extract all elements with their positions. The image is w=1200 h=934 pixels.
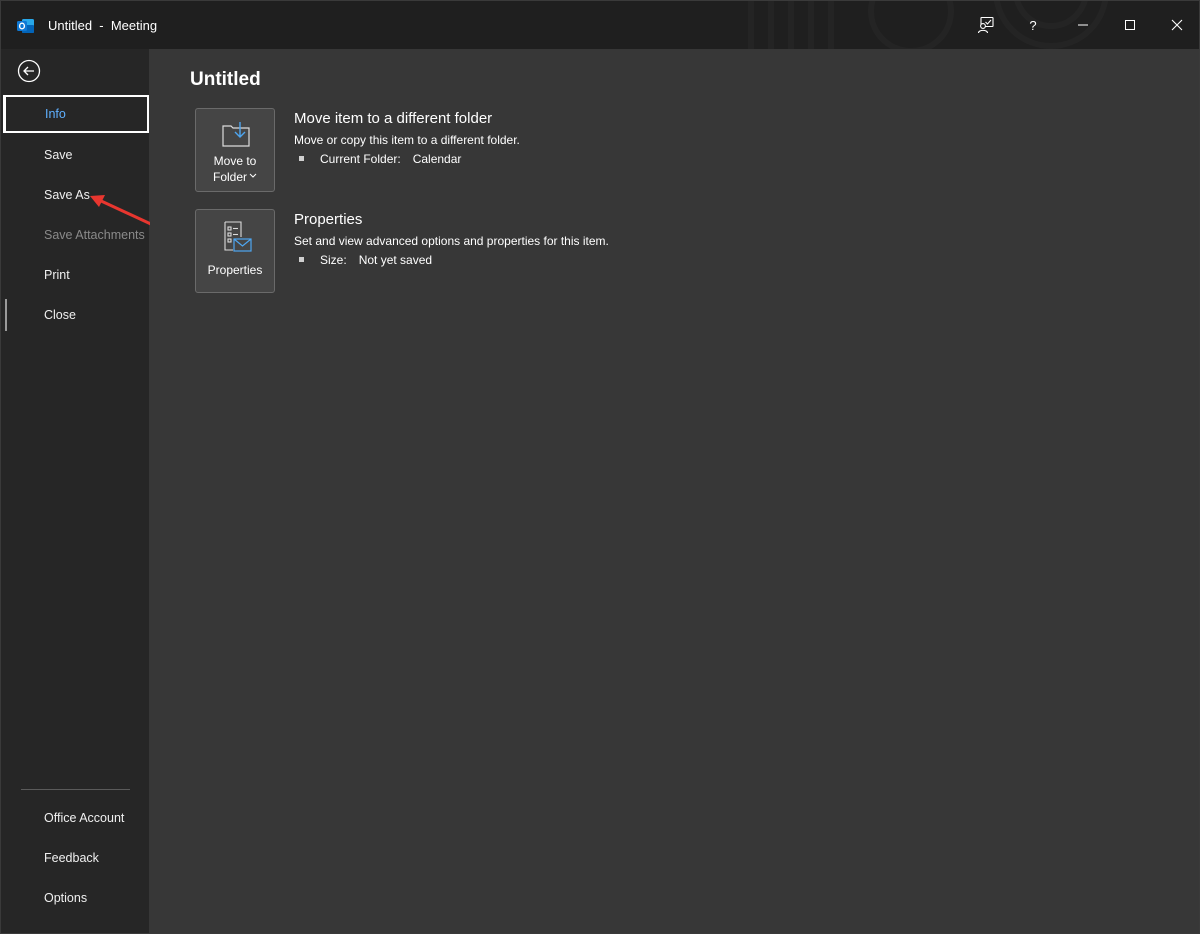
bullet-icon: [299, 156, 304, 161]
sidebar-item-label: Info: [45, 107, 66, 121]
properties-button[interactable]: Properties: [195, 209, 275, 293]
current-folder-row: Current Folder: Calendar: [299, 152, 461, 166]
sidebar-item-close[interactable]: Close: [1, 296, 149, 334]
row-label: Size:: [320, 253, 347, 267]
row-label: Current Folder:: [320, 152, 401, 166]
sidebar-divider: [21, 789, 130, 790]
page-title: Untitled: [190, 69, 261, 90]
sidebar-item-save[interactable]: Save: [1, 136, 149, 174]
sidebar-item-label: Print: [44, 268, 70, 282]
info-pane: Untitled Move to Folder Move item to a d…: [150, 49, 1199, 933]
bullet-icon: [299, 257, 304, 262]
sidebar-item-label: Office Account: [44, 811, 125, 825]
back-arrow-icon[interactable]: [17, 59, 41, 83]
sidebar-item-office-account[interactable]: Office Account: [1, 799, 149, 837]
chevron-down-icon: [249, 173, 257, 178]
sidebar-item-label: Save Attachments: [44, 228, 145, 242]
backstage-sidebar: Info Save Save As Save Attachments Print…: [1, 49, 149, 933]
tile-label: Properties: [207, 263, 263, 277]
sidebar-item-options[interactable]: Options: [1, 879, 149, 917]
section-title: Move item to a different folder: [294, 110, 493, 127]
sidebar-item-info[interactable]: Info: [3, 95, 149, 133]
outlook-window: Untitled - Meeting ? Info Save Save As S…: [0, 0, 1200, 934]
sidebar-item-label: Save: [44, 148, 73, 162]
title-bar: Untitled - Meeting ?: [1, 1, 1199, 49]
move-to-folder-button[interactable]: Move to Folder: [195, 108, 275, 192]
tile-label: Move to: [213, 154, 257, 168]
minimize-icon: [1078, 24, 1088, 26]
help-icon: ?: [1029, 17, 1037, 33]
row-value: Not yet saved: [358, 253, 433, 267]
help-button[interactable]: ?: [1010, 1, 1056, 49]
sidebar-item-label: Close: [44, 308, 76, 322]
sidebar-item-label: Save As: [44, 188, 90, 202]
size-row: Size: Not yet saved: [299, 253, 432, 267]
section-description: Set and view advanced options and proper…: [294, 234, 609, 248]
maximize-icon: [1125, 20, 1135, 30]
tile-label: Folder: [212, 170, 247, 184]
properties-icon: [224, 221, 252, 252]
sidebar-item-label: Feedback: [44, 851, 99, 865]
coauthor-icon: [977, 16, 994, 34]
outlook-icon: [17, 19, 34, 33]
minimize-button[interactable]: [1060, 1, 1106, 49]
tile-label-line2: Folder: [196, 169, 274, 185]
move-to-folder-icon: [222, 122, 250, 147]
sidebar-item-print[interactable]: Print: [1, 256, 149, 294]
coauthor-button[interactable]: [963, 1, 1009, 49]
row-value: Calendar: [412, 152, 462, 166]
close-window-button[interactable]: [1154, 1, 1199, 49]
window-title: Untitled - Meeting: [48, 18, 158, 33]
close-icon: [1171, 19, 1183, 31]
sidebar-item-feedback[interactable]: Feedback: [1, 839, 149, 877]
section-description: Move or copy this item to a different fo…: [294, 133, 520, 147]
maximize-button[interactable]: [1107, 1, 1153, 49]
annotation-arrow: [90, 195, 155, 227]
section-title: Properties: [294, 211, 363, 228]
sidebar-item-label: Options: [44, 891, 88, 905]
